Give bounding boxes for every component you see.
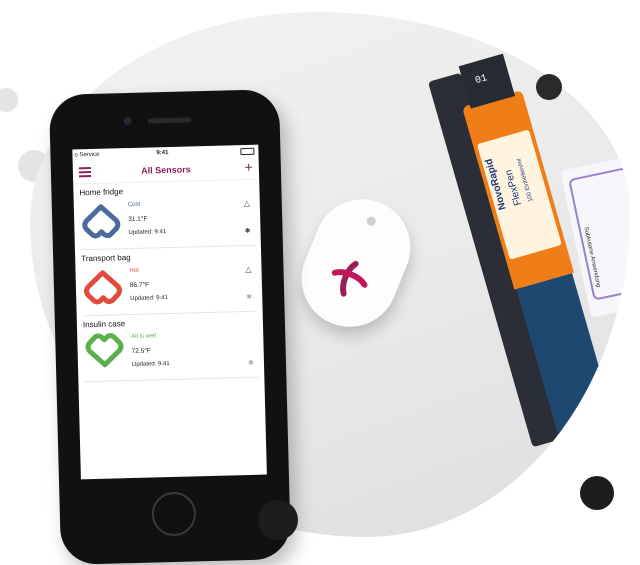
decor-dot	[0, 88, 18, 112]
carrier-text: o Service	[74, 151, 100, 159]
heart-hot-icon	[84, 270, 123, 305]
page-title: All Sensors	[141, 164, 191, 176]
decor-dot	[536, 74, 562, 100]
alarm-bell-icon[interactable]: △	[245, 265, 251, 274]
plus-logo-icon	[331, 260, 368, 297]
sensor-updated: Updated: 9:41	[131, 361, 170, 369]
decor-dot	[580, 476, 614, 510]
decor-dot	[258, 500, 298, 540]
device-hole	[365, 215, 378, 228]
bluetooth-icon: ✱	[248, 359, 255, 367]
heart-ok-icon	[85, 333, 124, 368]
heart-cold-icon	[82, 204, 121, 239]
camera-icon	[123, 116, 132, 126]
sensor-card[interactable]: Hot 86.7°F Updated: 9:41 △ ✱	[81, 260, 257, 317]
speaker-grille	[147, 117, 192, 124]
alarm-bell-icon[interactable]: △	[244, 199, 250, 208]
home-button[interactable]	[151, 491, 197, 537]
sensor-card[interactable]: Cold 31.1°F Updated: 9:41 △ ✱	[79, 194, 255, 251]
sensor-status: All is well	[131, 333, 156, 341]
clock-text: 9:41	[156, 149, 169, 157]
add-sensor-button[interactable]: +	[244, 159, 253, 175]
bluetooth-icon: ✱	[244, 227, 251, 236]
nav-bar: All Sensors +	[72, 156, 260, 185]
sensor-updated: Updated: 9:41	[128, 229, 167, 237]
sensor-status: Hot	[129, 267, 139, 275]
app-screen: o Service 9:41 All Sensors + Home fridge…	[72, 144, 267, 480]
bluetooth-icon: ✱	[246, 293, 253, 301]
sensor-card[interactable]: All is well 72.5°F Updated: 9:41 ✱	[83, 326, 259, 383]
pen-dose-window: 01	[474, 73, 489, 88]
sensor-temp: 86.7°F	[129, 281, 150, 290]
sensor-temp: 72.5°F	[131, 347, 151, 356]
sensor-status: Cold	[127, 201, 141, 209]
sensor-updated: Updated: 9:41	[130, 295, 169, 303]
phone: o Service 9:41 All Sensors + Home fridge…	[48, 89, 292, 565]
sensor-temp: 31.1°F	[128, 215, 148, 224]
battery-icon	[240, 147, 255, 156]
